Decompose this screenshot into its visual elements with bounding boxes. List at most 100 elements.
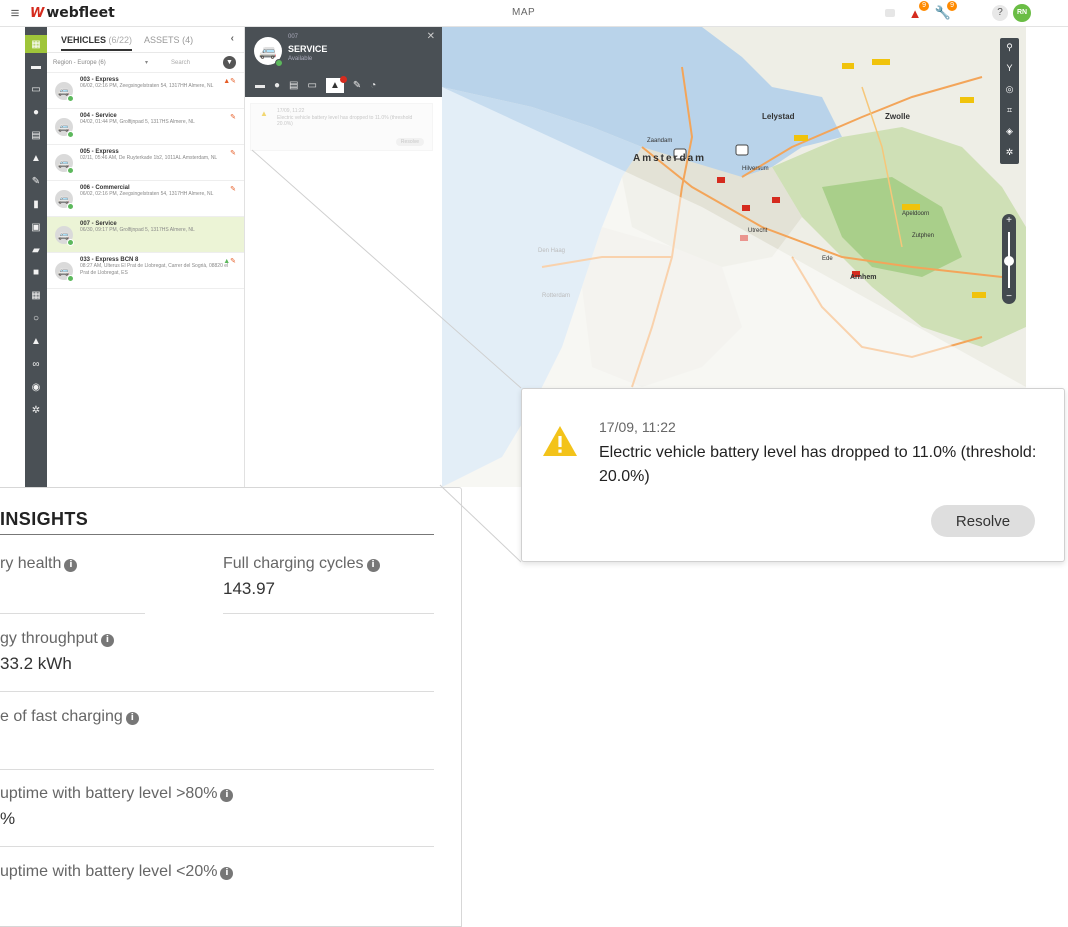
vehicle-address: 06/02, 02:16 PM, Zeegsingelstraten 54, 1… <box>80 191 214 197</box>
layers-icon[interactable]: ◈ <box>1000 122 1019 140</box>
pin-icon[interactable]: ○ <box>25 310 47 328</box>
uptime-high-metric: uptime with battery level >80% i % <box>0 785 234 829</box>
vehicle-row[interactable]: 🚐 004 - Service 04/02, 01:44 PM, Grolfij… <box>47 109 244 145</box>
car-icon[interactable]: ▬ <box>25 58 47 76</box>
truck-icon[interactable]: ▰ <box>25 241 47 259</box>
metric-label: uptime with battery level >80% <box>0 785 218 802</box>
chevron-down-icon[interactable]: ▾ <box>145 59 148 66</box>
metric-label: ry health <box>0 555 62 572</box>
filter-icon[interactable]: ▼ <box>223 56 236 69</box>
tab-vehicles[interactable]: VEHICLES (6/22) <box>61 35 133 51</box>
battery-health-metric: ry health i <box>0 555 78 579</box>
metric-value: 33.2 kWh <box>0 654 72 673</box>
globe-icon[interactable]: ◉ <box>25 378 47 396</box>
vehicle-id: 007 <box>288 34 299 40</box>
fit-icon[interactable]: ⌗ <box>1000 101 1019 119</box>
uptime-low-metric: uptime with battery level <20% i <box>0 863 234 887</box>
chart-icon[interactable]: ▮ <box>25 195 47 213</box>
alert-card[interactable]: ▲ 17/09, 11:22 Electric vehicle battery … <box>250 103 433 151</box>
search-input[interactable]: Search <box>171 60 190 66</box>
hamburger-icon[interactable]: ≡ <box>0 5 30 22</box>
alert-icon: ▲✎ <box>223 78 236 85</box>
square-icon[interactable]: ■ <box>25 264 47 282</box>
map-toolbar: ⚲ Y ◎ ⌗ ◈ ✲ <box>1000 38 1019 164</box>
status-dot <box>67 275 74 282</box>
tab-message-icon[interactable]: ▭ <box>308 80 317 91</box>
message-icon[interactable] <box>885 9 895 17</box>
alert-icon: ▲✎ <box>223 258 236 265</box>
info-icon[interactable]: i <box>366 559 380 572</box>
resolve-button[interactable]: Resolve <box>395 138 424 146</box>
alert-message: Electric vehicle battery level has dropp… <box>599 444 1037 485</box>
gear-icon[interactable]: ✲ <box>25 401 47 419</box>
tab-wrench-icon[interactable]: ✎ <box>353 80 361 91</box>
vehicle-address: 02/11, 05:46 AM, De Ruyterkade 1b2, 1011… <box>80 155 218 161</box>
alarm-icon[interactable]: ▲ 9 <box>906 1 929 22</box>
vehicle-row[interactable]: 🚐 005 - Express 02/11, 05:46 AM, De Ruyt… <box>47 145 244 181</box>
route-icon[interactable]: ∞ <box>25 355 47 373</box>
divider <box>223 613 434 614</box>
avatar[interactable]: RN <box>1013 4 1031 22</box>
close-icon[interactable]: ✕ <box>427 31 435 42</box>
route-icon[interactable]: Y <box>1000 59 1019 77</box>
vehicle-filter-bar: Region - Europe (6) ▾ Search ▼ <box>47 53 244 73</box>
zoom-slider[interactable]: + − <box>1002 214 1016 304</box>
search-icon[interactable]: ⚲ <box>1000 38 1019 56</box>
van-icon[interactable]: ▭ <box>25 81 47 99</box>
service-icon[interactable]: 🔧 9 <box>934 1 957 22</box>
tab-alerts-icon[interactable]: ▲ <box>325 76 347 93</box>
status-dot <box>275 59 283 67</box>
zoom-handle[interactable] <box>1004 256 1014 266</box>
status-dot <box>67 167 74 174</box>
collapse-icon[interactable]: ‹ <box>231 33 234 44</box>
info-icon[interactable]: i <box>125 712 139 725</box>
info-icon[interactable]: i <box>220 789 234 802</box>
resolve-button[interactable]: Resolve <box>931 505 1035 537</box>
driver-icon[interactable]: ● <box>25 104 47 122</box>
warning-icon <box>543 426 577 456</box>
zoom-out-icon[interactable]: − <box>1002 290 1016 304</box>
alert-icon[interactable]: ▲ <box>25 149 47 167</box>
divider <box>0 691 434 692</box>
help-button[interactable]: ? <box>992 5 1008 21</box>
tab-report-icon[interactable]: ▤ <box>289 80 298 91</box>
tab-assets[interactable]: ASSETS (4) <box>144 35 193 45</box>
left-navigation-rail: ▦ ▬ ▭ ● ▤ ▲ ✎ ▮ ▣ ▰ ■ ▦ ○ ▲ ∞ ◉ ✲ <box>25 27 47 487</box>
vehicle-status: Available <box>288 56 313 62</box>
gear-icon[interactable]: ✲ <box>1000 143 1019 161</box>
wrench-icon: ✎ <box>230 114 236 121</box>
metric-value: 143.97 <box>223 579 275 598</box>
report-icon[interactable]: ▤ <box>25 127 47 145</box>
vehicle-row-selected[interactable]: 🚐 007 - Service 06/30, 09:17 PM, Grolfij… <box>47 217 244 253</box>
vehicle-row[interactable]: 🚐 003 - Express 06/02, 02:16 PM, Zeegsin… <box>47 73 244 109</box>
zoom-in-icon[interactable]: + <box>1002 214 1016 228</box>
divider <box>0 846 434 847</box>
tab-car-icon[interactable]: ▬ <box>255 80 265 91</box>
tab-driver-icon[interactable]: ● <box>274 80 280 91</box>
print-icon[interactable]: ▣ <box>25 218 47 236</box>
vehicle-row[interactable]: 🚐 033 - Express BCN 8 08:27 AM, Ulterus … <box>47 253 244 289</box>
info-icon[interactable]: i <box>220 867 234 880</box>
fast-charging-metric: e of fast charging i <box>0 708 139 732</box>
vehicle-detail-panel: 🚐 007 SERVICE Available ✕ ▬ ● ▤ ▭ ▲ ✎ ◔ … <box>245 27 442 487</box>
status-dot <box>67 95 74 102</box>
divider <box>0 534 434 535</box>
person-icon[interactable]: ▲ <box>25 333 47 351</box>
calendar-icon[interactable]: ▦ <box>25 287 47 305</box>
vehicle-address: 06/30, 09:17 PM, Grolfijnpad 5, 1317HS A… <box>80 227 195 233</box>
map-icon[interactable]: ▦ <box>25 35 47 53</box>
info-icon[interactable]: i <box>64 559 78 572</box>
vehicle-row[interactable]: 🚐 006 - Commercial 06/02, 02:16 PM, Zeeg… <box>47 181 244 217</box>
info-icon[interactable]: i <box>100 634 114 647</box>
pin-icon[interactable]: ◎ <box>1000 80 1019 98</box>
divider <box>0 769 434 770</box>
webfleet-logo[interactable]: Wwebfleet <box>30 5 115 21</box>
tab-gauge-icon[interactable]: ◔ <box>370 80 376 91</box>
metric-label: Full charging cycles <box>223 555 364 572</box>
region-select[interactable]: Region - Europe (6) <box>53 60 106 66</box>
wrench-icon[interactable]: ✎ <box>25 172 47 190</box>
status-dot <box>67 239 74 246</box>
metric-label: uptime with battery level <20% <box>0 863 218 880</box>
metric-label: gy throughput <box>0 630 98 647</box>
full-cycles-metric: Full charging cycles i 143.97 <box>223 555 380 599</box>
